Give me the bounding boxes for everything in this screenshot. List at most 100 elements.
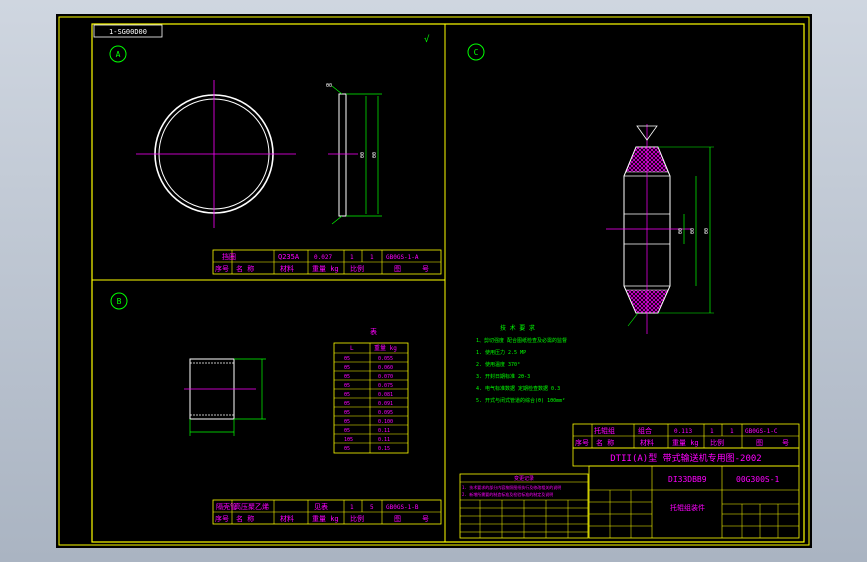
dim-a-2: θ0 [372, 152, 378, 158]
weight-table-weight: 0.091 [378, 401, 393, 407]
row-a-qty: 1 [350, 254, 354, 261]
row-c-drawing: GB0GS-1-C [745, 428, 778, 435]
hdr-b-no: 序号 [215, 514, 229, 523]
hdr-a-material: 材料 [280, 264, 294, 273]
part-name: 托辊组装件 [670, 503, 705, 512]
hdr-a-no: 序号 [215, 264, 229, 273]
weight-table-length: 1θ5 [344, 437, 353, 443]
weight-table-title: 表 [370, 327, 377, 336]
row-a-name: 挡圈 [222, 252, 236, 261]
hdr-b-scale: 比例 [350, 514, 364, 523]
weight-table-weight: 0.11 [378, 428, 390, 434]
requirement-line: 5. 开式与闭式管道的综合(θ) 1θ0mm² [476, 397, 565, 404]
hdr-b-material: 材料 [280, 514, 294, 523]
row-c-weight: 0.113 [674, 428, 692, 435]
hdr-c-scale: 比例 [710, 438, 724, 447]
weight-table-length: θ5 [344, 374, 350, 380]
view-c-label: C [474, 48, 479, 57]
hdr-c-no: 序号 [575, 438, 589, 447]
hdr-b-drawing: 图 [394, 515, 401, 523]
technical-requirements: 技 术 要 求 1、剪切强度 配合图纸检查及必需的监督 1. 使用压力 2.5 M… [476, 324, 567, 404]
row-c-qty: 1 [710, 428, 714, 435]
weight-table-weight: 0.15 [378, 446, 390, 452]
revision-title: 变更记录 [514, 475, 534, 482]
idler-leader [627, 312, 639, 327]
hdr-c-drawing: 图 [756, 439, 763, 447]
weight-table-length: θ5 [344, 428, 350, 434]
row-a-scale: 1 [370, 254, 374, 261]
weight-table-h1: L [350, 345, 354, 352]
weight-table-length: θ5 [344, 446, 350, 452]
row-b-weight: 见表 [314, 502, 328, 511]
view-b: B 表 L 重量 kg θ5 0.055 θ5 0.060 θ5 0.070 θ5 0.075… [110, 292, 442, 525]
code-label: DI33DBB9 [668, 475, 707, 484]
hdr-b-name: 名 称 [236, 514, 254, 523]
view-c: C θ0 θ0 θ0 [467, 43, 714, 334]
weight-table-weight: 0.081 [378, 392, 393, 398]
hdr-c-material: 材料 [640, 438, 654, 447]
hdr-b-weight: 重量 kg [312, 515, 339, 523]
view-b-label: B [117, 297, 122, 306]
requirements-title: 技 术 要 求 [500, 324, 535, 332]
row-a-material: Q235A [278, 253, 300, 261]
requirement-line: 4. 电气标准数据 定期检查数据 0.3 [476, 385, 560, 392]
drawing-frame [91, 23, 805, 543]
dim-a-top: θ0 [326, 83, 332, 89]
weight-table-weight: 0.075 [378, 383, 393, 389]
weight-table-length: θ5 [344, 401, 350, 407]
sheet-ref: 1-SG00D00 [109, 28, 147, 36]
drawing-number: 00G300S-1 [736, 475, 780, 484]
requirement-line: 1. 使用压力 2.5 MP [476, 349, 526, 356]
row-a-drawing: GB0GS-1-A [386, 254, 419, 261]
row-c-material: 组合 [638, 426, 652, 435]
requirement-line: 2. 使用温度 370° [476, 361, 520, 368]
leader-bottom [331, 215, 343, 225]
weight-table-length: θ5 [344, 356, 350, 362]
idler-dim-2-label: θ0 [690, 228, 696, 234]
weight-table-weight: 0.100 [378, 419, 393, 425]
hdr-a-drawing: 图 [394, 265, 401, 273]
hdr-c-weight: 重量 kg [672, 439, 699, 447]
row-b-material: 高压聚乙烯 [234, 502, 269, 511]
row-b-drawing: GB0GS-1-B [386, 504, 419, 511]
hdr-b-no2: 号 [422, 515, 429, 523]
revision-line-2: 2. 新增所需要的制造标准及检验标准的制定及说明 [462, 491, 553, 497]
revision-block: 变更记录 1. 技术要求的部分内容按照图纸执行及修改相关的说明 2. 新增所需要… [459, 473, 589, 539]
revision-line-1: 1. 技术要求的部分内容按照图纸执行及修改相关的说明 [462, 484, 561, 490]
title-block: 托辊组 组合 0.113 1 1 GB0GS-1-C 序号 名 称 材料 重量 … [572, 423, 800, 539]
weight-table-weight: 0.11 [378, 437, 390, 443]
requirement-line: 1、剪切强度 配合图纸检查及必需的监督 [476, 337, 567, 344]
dim-a-1: θ0 [360, 152, 366, 158]
view-a-label: A [116, 50, 121, 59]
leader-top [331, 85, 343, 95]
hdr-a-no2: 号 [422, 265, 429, 273]
surface-finish-mark: √ [424, 34, 430, 45]
weight-table: 表 L 重量 kg θ5 0.055 θ5 0.060 θ5 0.070 θ5 0.075 θ5… [333, 327, 409, 454]
requirement-line: 3. 开封日期标准 2θ-3 [476, 373, 530, 380]
row-c-scale: 1 [730, 428, 734, 435]
ring-section [338, 93, 347, 217]
hdr-c-no2: 号 [782, 439, 789, 447]
hdr-a-name: 名 称 [236, 264, 254, 273]
idler-dim-3-label: θ0 [704, 228, 710, 234]
drawing-sheet: 1-SG00D00 A √ θ0 θ0 θ0 挡圈 Q235A 0.027 1 … [56, 14, 812, 548]
weight-table-weight: 0.060 [378, 365, 393, 371]
hdr-a-scale: 比例 [350, 264, 364, 273]
row-b-qty: 1 [350, 504, 354, 511]
weight-table-length: θ5 [344, 365, 350, 371]
idler-dim-1-label: θ0 [678, 228, 684, 234]
parts-table-a: 挡圈 Q235A 0.027 1 1 GB0GS-1-A 序号 名 称 材料 重… [212, 249, 442, 275]
weight-table-weight: 0.070 [378, 374, 393, 380]
parts-table-b: 隔壳管 高压聚乙烯 见表 1 5 GB0GS-1-B 序号 名 称 材料 重量 … [212, 499, 442, 525]
weight-table-weight: 0.055 [378, 356, 393, 362]
title-banner: DTII(A)型 带式输送机专用图-2002 [610, 452, 761, 464]
weight-table-length: θ5 [344, 419, 350, 425]
weight-table-length: θ5 [344, 410, 350, 416]
row-c-name: 托辊组 [594, 426, 615, 435]
row-a-weight: 0.027 [314, 254, 332, 261]
weight-table-weight: 0.095 [378, 410, 393, 416]
weight-table-h2: 重量 kg [374, 344, 397, 352]
row-b-scale: 5 [370, 504, 374, 511]
weight-table-length: θ5 [344, 392, 350, 398]
hdr-c-name: 名 称 [596, 438, 614, 447]
